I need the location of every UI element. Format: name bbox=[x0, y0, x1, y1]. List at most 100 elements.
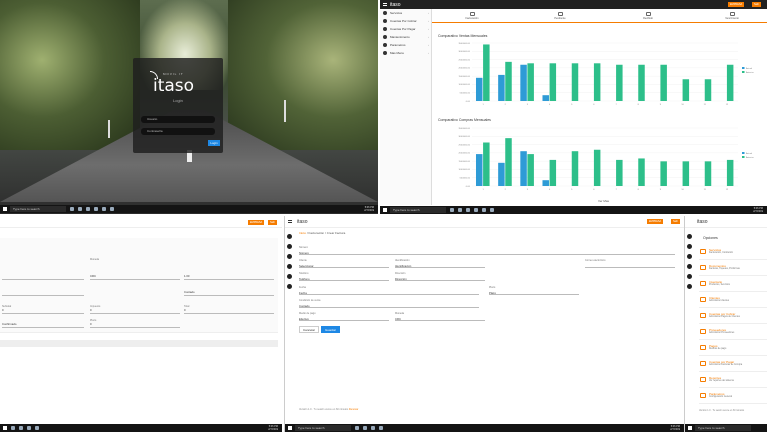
option-item[interactable]: Pagos Recibos de pago bbox=[699, 342, 767, 356]
taskbar-search[interactable]: Type here to search bbox=[295, 425, 351, 431]
id-field[interactable]: Identificación bbox=[395, 261, 485, 268]
option-item[interactable]: Proveedores Administrar Proveedores bbox=[699, 326, 767, 340]
sidebar-item-servicios[interactable]: Servicios › bbox=[380, 9, 431, 17]
currency-field[interactable]: CRC bbox=[395, 314, 485, 321]
option-item[interactable]: Cuentas por Pagar Administrar Facturas de… bbox=[699, 358, 767, 372]
menu-icon[interactable] bbox=[288, 220, 292, 223]
bar-actual[interactable] bbox=[498, 162, 505, 186]
windows-start-icon[interactable] bbox=[288, 426, 292, 430]
date-field[interactable]: Fecha bbox=[299, 288, 479, 295]
breadcrumb-section[interactable]: Facturación bbox=[309, 231, 325, 235]
mail-icon[interactable] bbox=[482, 208, 486, 212]
services-icon[interactable] bbox=[687, 234, 692, 239]
currency-field[interactable]: CRC bbox=[90, 274, 180, 280]
stat-recibido[interactable]: Recibido bbox=[618, 12, 678, 20]
bar-anterior[interactable] bbox=[616, 64, 623, 101]
company-button[interactable]: EMPRESA bbox=[728, 2, 745, 7]
folder-icon[interactable] bbox=[466, 208, 470, 212]
subtotal-field[interactable]: 0 bbox=[2, 308, 84, 314]
maintenance-icon[interactable] bbox=[287, 264, 292, 269]
edge-icon[interactable] bbox=[78, 207, 82, 211]
bar-anterior[interactable] bbox=[638, 158, 645, 186]
bar-anterior[interactable] bbox=[638, 64, 645, 101]
bar-anterior[interactable] bbox=[682, 161, 690, 186]
option-item[interactable]: Inventario Productos, Servicios bbox=[699, 278, 767, 292]
taskbar-search[interactable]: Type here to search bbox=[10, 206, 66, 212]
save-button[interactable]: Guardar bbox=[321, 326, 341, 333]
edge-icon[interactable] bbox=[458, 208, 462, 212]
bar-anterior[interactable] bbox=[527, 63, 534, 101]
chrome-icon[interactable] bbox=[35, 426, 39, 430]
field-blank[interactable] bbox=[2, 274, 84, 280]
password-input[interactable]: Contraseña bbox=[141, 128, 215, 135]
sidebar-item-pagar[interactable]: Cuentas Por Pagar › bbox=[380, 25, 431, 33]
phone-field[interactable]: Teléfono bbox=[299, 274, 389, 281]
menu-icon[interactable] bbox=[383, 3, 387, 6]
receivable-icon[interactable] bbox=[287, 244, 292, 249]
bar-anterior[interactable] bbox=[660, 64, 667, 101]
bar-anterior[interactable] bbox=[660, 161, 667, 186]
tax-field[interactable]: 0 bbox=[90, 308, 180, 314]
client-select[interactable]: Seleccionar bbox=[299, 261, 389, 268]
renew-link[interactable]: Renovar bbox=[349, 408, 358, 411]
sidebar-item-mantenimiento[interactable]: Mantenimiento › bbox=[380, 33, 431, 41]
taskview-icon[interactable] bbox=[70, 207, 74, 211]
payment-field[interactable]: Efectivo bbox=[299, 314, 389, 321]
mail-icon[interactable] bbox=[102, 207, 106, 211]
legend-label[interactable]: Anterior bbox=[746, 156, 754, 159]
store-icon[interactable] bbox=[94, 207, 98, 211]
cancel-button[interactable]: Cancelar bbox=[299, 326, 320, 333]
payable-icon[interactable] bbox=[287, 254, 292, 259]
bar-anterior[interactable] bbox=[593, 63, 601, 101]
bar-anterior[interactable] bbox=[505, 61, 512, 101]
login-button[interactable]: Login bbox=[208, 140, 220, 146]
exchange-rate-field[interactable]: 1.00 bbox=[184, 274, 274, 280]
sidebar-item-parametros[interactable]: Parametros › bbox=[380, 41, 431, 49]
bar-anterior[interactable] bbox=[549, 159, 557, 186]
bar-actual[interactable] bbox=[498, 74, 505, 101]
logout-button[interactable]: Salir bbox=[671, 219, 681, 224]
option-item[interactable]: Servicios Facturación, Cotización bbox=[699, 246, 767, 260]
chrome-icon[interactable] bbox=[490, 208, 494, 212]
bar-actual[interactable] bbox=[542, 95, 549, 101]
taskview-icon[interactable] bbox=[450, 208, 454, 212]
number-field[interactable]: Número bbox=[299, 248, 675, 255]
settings-icon[interactable] bbox=[687, 274, 692, 279]
condition-field[interactable]: Contado bbox=[184, 290, 274, 296]
payable-icon[interactable] bbox=[687, 254, 692, 259]
term-field[interactable]: 0 bbox=[90, 322, 180, 328]
bar-anterior[interactable] bbox=[616, 159, 623, 186]
bar-anterior[interactable] bbox=[593, 149, 601, 186]
taskview-icon[interactable] bbox=[355, 426, 359, 430]
stat-facturacion[interactable]: Facturación bbox=[442, 12, 502, 20]
company-button[interactable]: EMPRESA bbox=[248, 220, 265, 225]
clock[interactable]: 5:06 PM 2/7/2019 bbox=[670, 425, 680, 431]
stat-pendiente[interactable]: Pendiente bbox=[530, 12, 590, 20]
bar-actual[interactable] bbox=[520, 64, 527, 101]
logout-button[interactable]: Salir bbox=[268, 220, 278, 225]
windows-start-icon[interactable] bbox=[688, 426, 692, 430]
windows-start-icon[interactable] bbox=[3, 426, 7, 430]
term-field[interactable]: Plazo bbox=[489, 288, 579, 295]
stat-vencimiento[interactable]: Vencimiento bbox=[702, 12, 762, 20]
bar-actual[interactable] bbox=[520, 151, 527, 186]
folder-icon[interactable] bbox=[27, 426, 31, 430]
option-item[interactable]: Parámetros Configuración General bbox=[699, 390, 767, 404]
folder-icon[interactable] bbox=[371, 426, 375, 430]
bar-actual[interactable] bbox=[475, 154, 483, 186]
clock[interactable]: 5:06 PM 2/7/2019 bbox=[364, 206, 374, 212]
windows-start-icon[interactable] bbox=[3, 207, 7, 211]
total-field[interactable]: 0 bbox=[184, 308, 274, 314]
bar-anterior[interactable] bbox=[704, 161, 712, 186]
sidebar-item-mas[interactable]: Mas Menu › bbox=[380, 49, 431, 57]
edge-icon[interactable] bbox=[363, 426, 367, 430]
windows-start-icon[interactable] bbox=[383, 208, 387, 212]
address-field[interactable]: Dirección bbox=[395, 274, 485, 281]
logout-button[interactable]: Salir bbox=[752, 2, 762, 7]
folder-icon[interactable] bbox=[86, 207, 90, 211]
bar-anterior[interactable] bbox=[726, 159, 734, 186]
taskbar-search[interactable]: Type here to search bbox=[695, 425, 751, 431]
bar-anterior[interactable] bbox=[483, 142, 490, 187]
bar-anterior[interactable] bbox=[571, 63, 579, 101]
option-item[interactable]: Cuentas por Cobrar Administrar Pagos de C… bbox=[699, 310, 767, 324]
